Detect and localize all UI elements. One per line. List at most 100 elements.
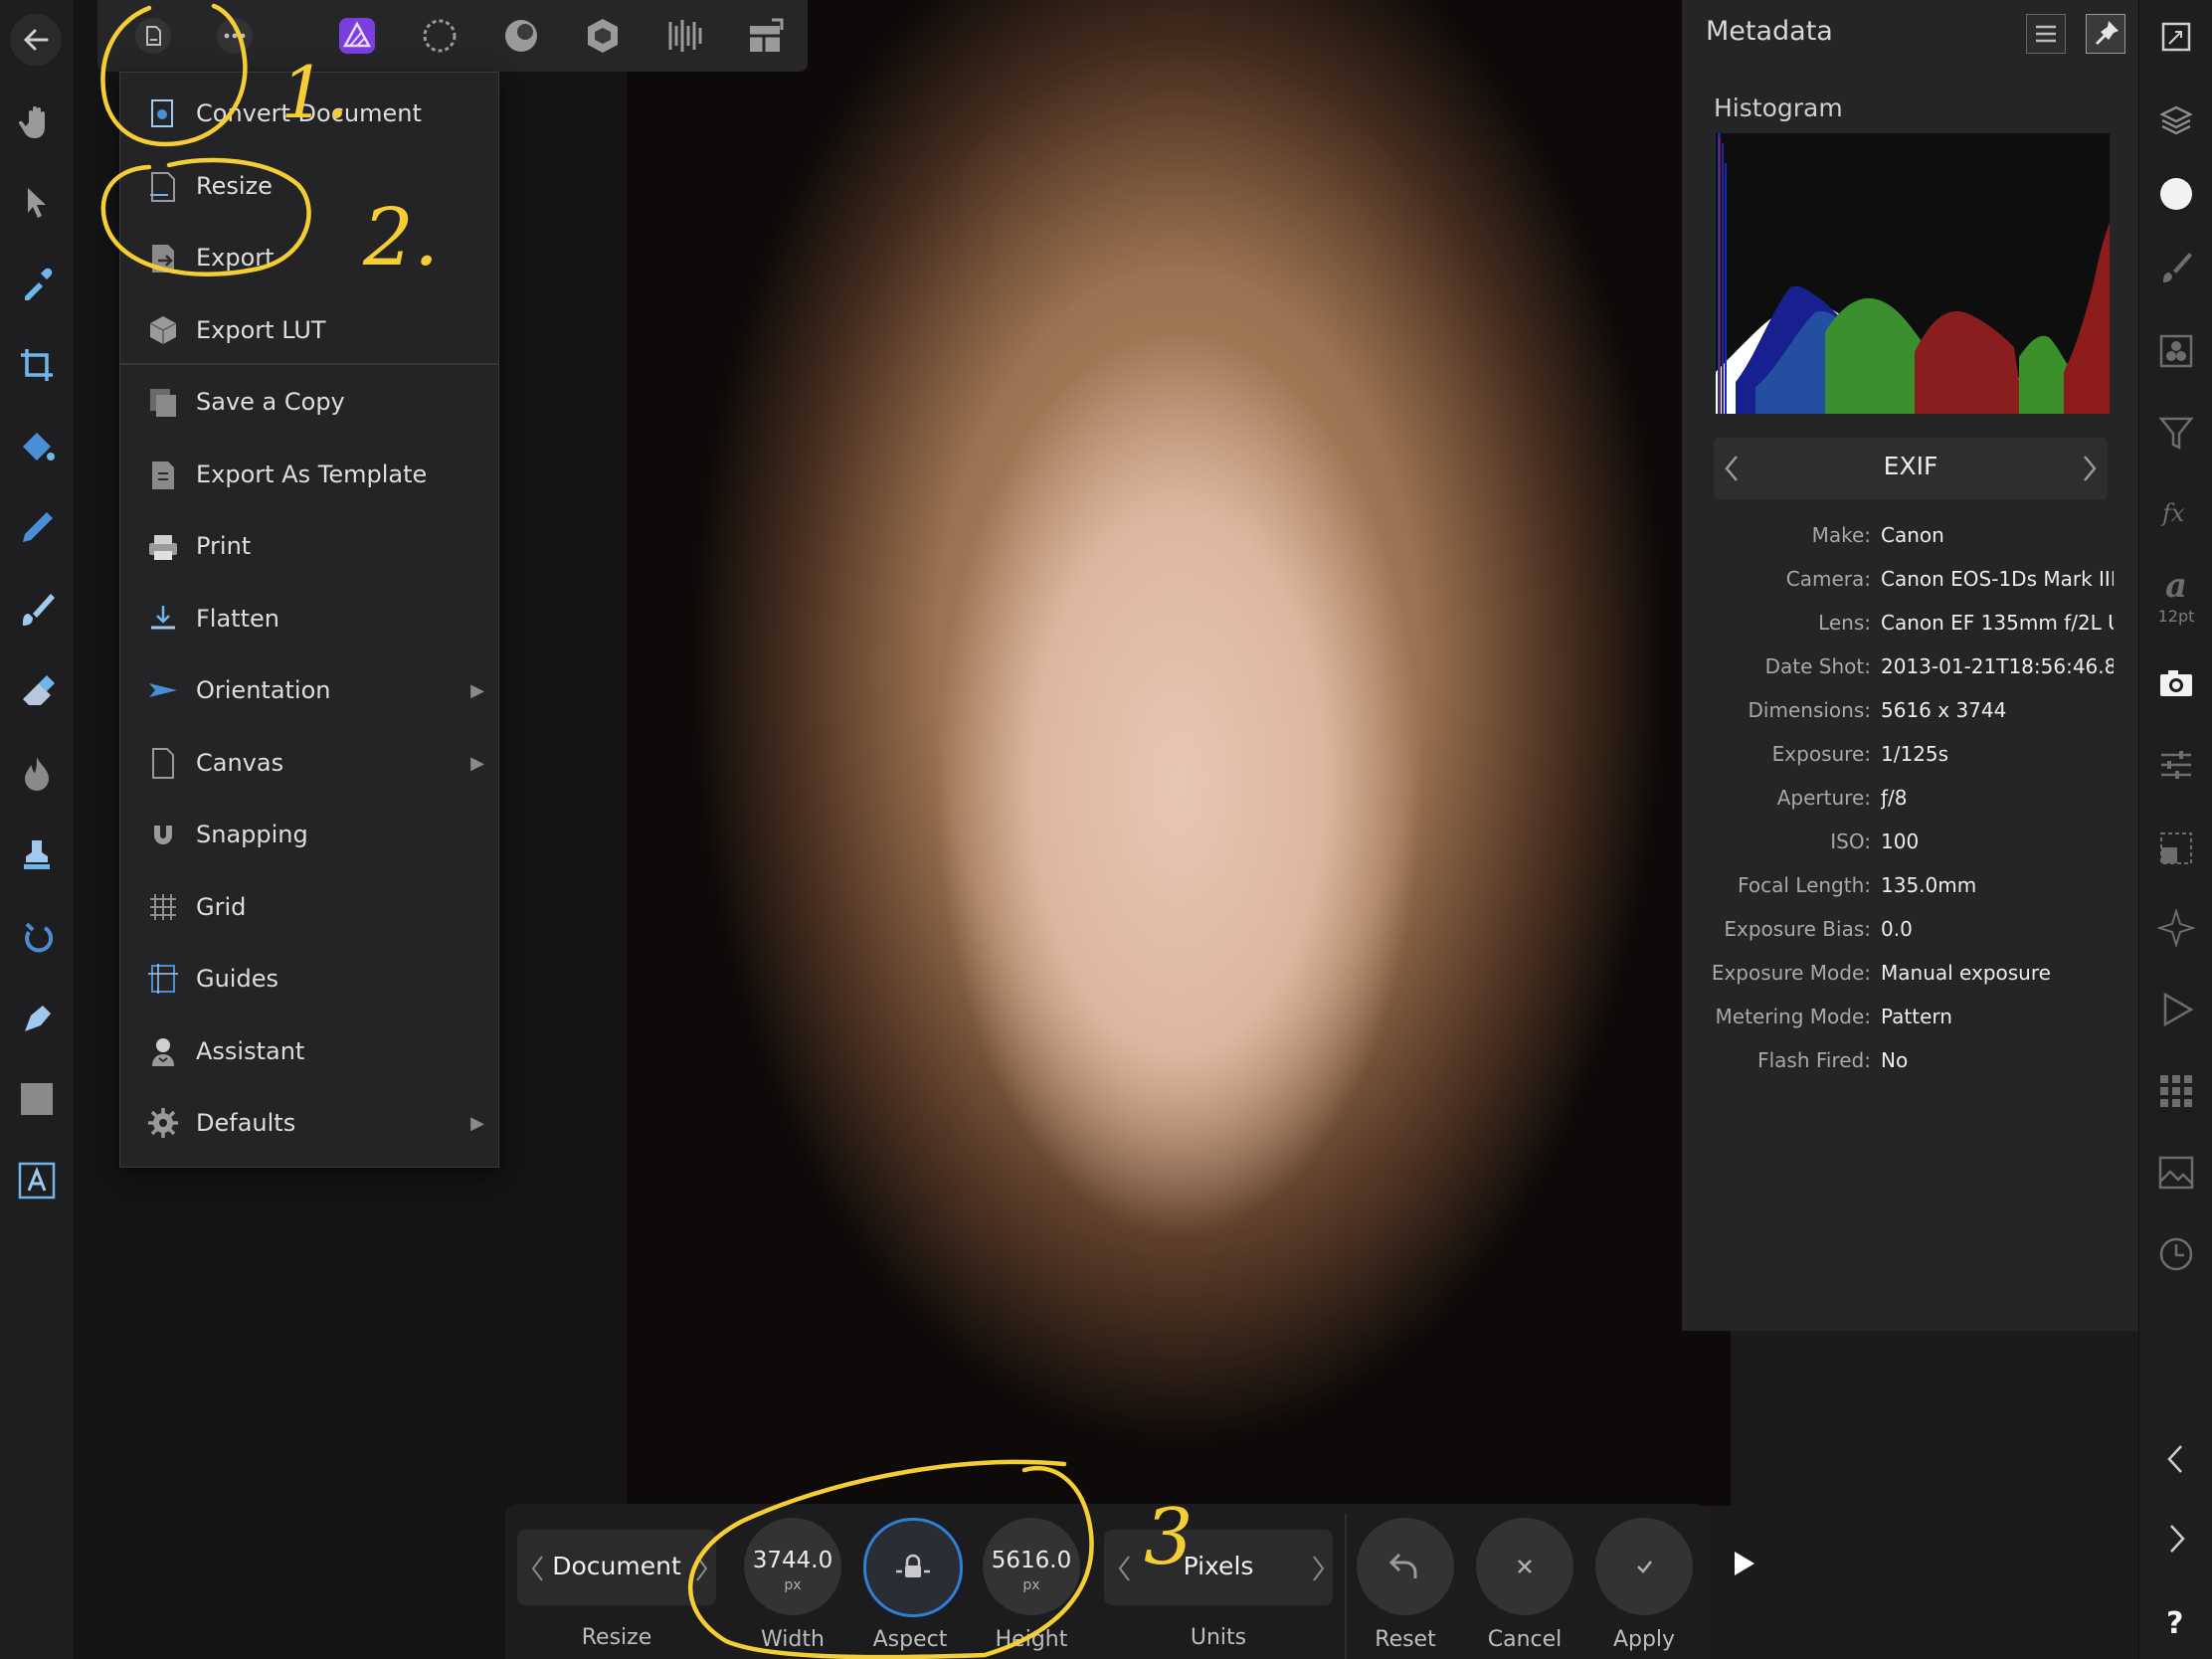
menu-item-label: Canvas	[196, 748, 284, 777]
cancel-button[interactable]	[1476, 1518, 1573, 1615]
erase-tool[interactable]	[14, 668, 60, 714]
history-button[interactable]	[2151, 1229, 2201, 1279]
photo-persona-button[interactable]	[331, 10, 383, 62]
aspect-lock-button[interactable]	[863, 1518, 963, 1617]
window-layout-button[interactable]	[740, 10, 792, 62]
menu-item-guides[interactable]: Guides	[120, 943, 498, 1014]
color-circle-icon	[2160, 178, 2192, 210]
document-menu-button[interactable]	[127, 10, 179, 62]
menu-item-convert-document[interactable]: Convert Document	[120, 78, 498, 149]
transform-icon	[2160, 832, 2192, 864]
exif-key: Exposure Bias:	[1724, 917, 1871, 941]
pin-panel-button[interactable]	[2086, 14, 2125, 54]
export-persona-icon	[668, 20, 702, 52]
selection-brush-tool[interactable]	[14, 505, 60, 551]
menu-item-resize[interactable]: Resize	[120, 150, 498, 222]
document-photo[interactable]	[627, 0, 1731, 1506]
exif-key: Exposure Mode:	[1711, 961, 1871, 985]
pen-tool[interactable]	[14, 995, 60, 1040]
exif-row: Camera: Canon EOS-1Ds Mark III	[1682, 559, 2138, 599]
menu-item-flatten[interactable]: Flatten	[120, 583, 498, 654]
menu-item-print[interactable]: Print	[120, 510, 498, 582]
develop-persona-button[interactable]	[495, 10, 547, 62]
menu-item-canvas[interactable]: Canvas ▶	[120, 727, 498, 799]
chevron-right-icon	[1313, 1556, 1325, 1581]
menu-item-assistant[interactable]: Assistant	[120, 1015, 498, 1087]
clone-tool[interactable]	[14, 831, 60, 877]
adjustments-button[interactable]	[2151, 740, 2201, 790]
menu-item-snapping[interactable]: Snapping	[120, 799, 498, 870]
help-button[interactable]: ?	[2151, 1595, 2201, 1645]
layers-button[interactable]	[2151, 95, 2201, 145]
document-selector[interactable]: Document	[517, 1530, 716, 1605]
burn-tool[interactable]	[14, 750, 60, 796]
menu-item-grid[interactable]: Grid	[120, 871, 498, 943]
crop-tool[interactable]	[14, 342, 60, 388]
template-icon	[144, 456, 182, 493]
collapse-right-button[interactable]	[2151, 1514, 2201, 1564]
submenu-arrow-icon: ▶	[470, 680, 484, 701]
width-field[interactable]: 3744.0 px	[744, 1518, 841, 1615]
menu-item-label: Assistant	[196, 1036, 305, 1065]
healing-tool[interactable]	[14, 913, 60, 959]
pin-icon	[2096, 21, 2119, 45]
collapse-left-button[interactable]	[2151, 1434, 2201, 1484]
brushes-button[interactable]	[2151, 243, 2201, 292]
color-button[interactable]	[2151, 169, 2201, 219]
liquify-persona-button[interactable]	[414, 10, 465, 62]
text-style-button[interactable]: a	[2151, 559, 2201, 609]
channels-icon	[2159, 334, 2193, 368]
menu-item-export-lut[interactable]: Export LUT	[120, 294, 498, 366]
submenu-arrow-icon: ▶	[470, 752, 484, 774]
stock-button[interactable]	[2151, 1148, 2201, 1198]
units-selector[interactable]: Pixels	[1104, 1530, 1333, 1605]
menu-item-export[interactable]: Export	[120, 222, 498, 293]
filters-button[interactable]	[2151, 408, 2201, 458]
gear-icon	[144, 1104, 182, 1142]
exif-key: Aperture:	[1776, 786, 1871, 810]
exif-row: Focal Length: 135.0mm	[1682, 865, 2138, 905]
menu-item-defaults[interactable]: Defaults ▶	[120, 1087, 498, 1159]
move-tool[interactable]	[14, 179, 60, 225]
effects-button[interactable]: fx	[2151, 487, 2201, 537]
chevron-right-icon[interactable]	[2080, 454, 2100, 483]
menu-item-label: Convert Document	[196, 99, 422, 127]
document-menu: Convert Document Resize Export Export LUT Sa…	[119, 72, 499, 1168]
exif-row: Aperture: ƒ/8	[1682, 778, 2138, 818]
color-picker-tool[interactable]	[14, 261, 60, 306]
grid-icon	[144, 888, 182, 926]
transform-button[interactable]	[2151, 824, 2201, 873]
text-tool[interactable]	[14, 1158, 60, 1203]
menu-item-label: Guides	[196, 965, 278, 993]
channels-button[interactable]	[2151, 326, 2201, 376]
exif-key: Flash Fired:	[1757, 1048, 1871, 1072]
view-tool[interactable]	[14, 97, 60, 143]
apply-button[interactable]	[1595, 1518, 1693, 1615]
reset-button[interactable]	[1357, 1518, 1454, 1615]
export-persona-button[interactable]	[658, 10, 710, 62]
more-menu-button[interactable]	[209, 10, 261, 62]
font-size-label: 12pt	[2157, 607, 2195, 626]
paint-brush-tool[interactable]	[14, 587, 60, 633]
rectangle-tool[interactable]	[14, 1076, 60, 1122]
swatches-button[interactable]	[2151, 1066, 2201, 1116]
panel-menu-button[interactable]	[2026, 14, 2066, 54]
panel-title: Metadata	[1706, 16, 1833, 47]
tone-mapping-persona-button[interactable]	[577, 10, 629, 62]
height-field[interactable]: 5616.0 px	[983, 1518, 1080, 1615]
exif-value: No	[1881, 1048, 1909, 1072]
menu-item-export-as-template[interactable]: Export As Template	[120, 439, 498, 510]
exif-key: Camera:	[1785, 567, 1871, 591]
width-unit: px	[784, 1577, 802, 1593]
fit-view-button[interactable]	[2151, 12, 2201, 62]
menu-item-orientation[interactable]: Orientation ▶	[120, 654, 498, 726]
back-button[interactable]	[10, 14, 62, 66]
navigator-button[interactable]	[2151, 903, 2201, 953]
exif-row: Exposure: 1/125s	[1682, 734, 2138, 774]
menu-item-save-a-copy[interactable]: Save a Copy	[120, 366, 498, 438]
macro-button[interactable]	[2151, 985, 2201, 1034]
flood-fill-tool[interactable]	[14, 424, 60, 469]
exif-selector[interactable]: EXIF	[1714, 438, 2108, 499]
expand-toolbar-button[interactable]	[1723, 1544, 1762, 1583]
metadata-button[interactable]	[2151, 658, 2201, 708]
